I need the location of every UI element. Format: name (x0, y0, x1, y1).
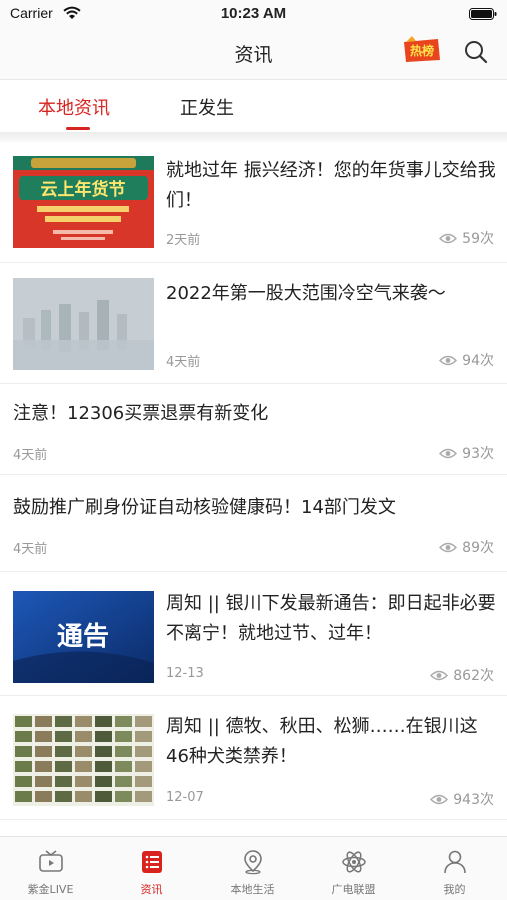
news-thumbnail: 通告 (13, 591, 154, 683)
news-item[interactable]: 云上年货节 就地过年 振兴经济！您的年货事儿交给我们！ 2天前 59次 (0, 142, 507, 263)
news-time: 12-07 (166, 790, 204, 805)
news-title: 就地过年 振兴经济！您的年货事儿交给我们！ (166, 160, 496, 211)
eye-icon (439, 542, 458, 552)
tab-news[interactable]: 资讯 (101, 837, 202, 900)
tv-icon (39, 850, 63, 872)
tabs-separator (0, 132, 507, 142)
news-title: 注意！12306买票退票有新变化 (13, 403, 269, 424)
news-item[interactable]: 鼓励推广刷身份证自动核验健康码！14部门发文 4天前 89次 (0, 475, 507, 572)
news-time: 4天前 (13, 542, 48, 557)
view-count-text: 59次 (462, 231, 494, 247)
view-count-text: 89次 (462, 540, 494, 556)
view-count: 943次 (430, 789, 494, 809)
search-icon[interactable] (463, 39, 489, 65)
tab-mine[interactable]: 我的 (404, 837, 505, 900)
news-item[interactable]: 周知 || 德牧、秋田、松狮……在银川这46种犬类禁养！ 12-07 943次 (0, 696, 507, 820)
tab-zijin-live[interactable]: 紫金LIVE (0, 837, 101, 900)
eye-icon (430, 670, 449, 680)
news-time: 4天前 (13, 448, 48, 463)
location-icon (244, 850, 262, 875)
clock: 10:23 AM (220, 5, 287, 22)
eye-icon (439, 448, 458, 458)
active-tab-indicator (66, 127, 90, 130)
user-icon (444, 850, 466, 874)
view-count-text: 93次 (462, 446, 494, 462)
news-icon (142, 851, 162, 873)
tab-broadcast-alliance[interactable]: 广电联盟 (303, 837, 404, 900)
news-title: 周知 || 德牧、秋田、松狮……在银川这46种犬类禁养！ (166, 716, 478, 767)
atom-icon (342, 851, 366, 873)
view-count-text: 943次 (453, 792, 494, 808)
view-count: 89次 (439, 537, 494, 557)
view-count: 93次 (439, 443, 494, 463)
tab-local-life[interactable]: 本地生活 (202, 837, 303, 900)
tab-label: 本地生活 (230, 883, 275, 896)
hot-list-icon[interactable]: 热榜 (402, 36, 442, 64)
hot-badge-text: 热榜 (410, 43, 434, 58)
news-thumbnail (13, 714, 154, 806)
news-feed[interactable]: 云上年货节 就地过年 振兴经济！您的年货事儿交给我们！ 2天前 59次 2022… (0, 142, 507, 835)
tab-label: 广电联盟 (331, 883, 376, 896)
tab-happening[interactable]: 正发生 (180, 94, 234, 120)
news-time: 2天前 (166, 233, 201, 248)
news-time: 4天前 (166, 355, 201, 370)
news-thumbnail: 云上年货节 (13, 156, 154, 248)
news-item[interactable]: 通告 周知 || 银川下发最新通告：即日起非必要不离宁！就地过节、过年！ 12-… (0, 572, 507, 696)
news-item[interactable]: 注意！12306买票退票有新变化 4天前 93次 (0, 384, 507, 475)
news-thumbnail (13, 278, 154, 370)
tab-local-news[interactable]: 本地资讯 (38, 94, 110, 120)
news-item[interactable]: 2022年第一股大范围冷空气来袭～ 4天前 94次 (0, 263, 507, 384)
view-count: 862次 (430, 665, 494, 685)
news-title: 2022年第一股大范围冷空气来袭～ (166, 283, 446, 304)
tab-label: 资讯 (140, 883, 163, 896)
tab-label: 紫金LIVE (27, 883, 74, 896)
bottom-tab-bar: 紫金LIVE 资讯 本地生活 广电联盟 我的 (0, 836, 507, 900)
news-time: 12-13 (166, 666, 204, 681)
eye-icon (430, 794, 449, 804)
view-count-text: 862次 (453, 668, 494, 684)
status-bar: Carrier 10:23 AM (0, 0, 507, 28)
tab-label: 我的 (443, 883, 466, 896)
view-count: 59次 (439, 228, 494, 248)
view-count-text: 94次 (462, 353, 494, 369)
thumbnail-text: 通告 (57, 622, 109, 652)
battery-icon (469, 8, 497, 20)
news-title: 鼓励推广刷身份证自动核验健康码！14部门发文 (13, 497, 396, 518)
category-tabs: 本地资讯 正发生 (0, 80, 507, 132)
eye-icon (439, 355, 458, 365)
eye-icon (439, 233, 458, 243)
thumbnail-text: 云上年货节 (41, 179, 126, 200)
nav-bar: 资讯 热榜 (0, 28, 507, 80)
news-title: 周知 || 银川下发最新通告：即日起非必要不离宁！就地过节、过年！ (166, 593, 496, 644)
view-count: 94次 (439, 350, 494, 370)
